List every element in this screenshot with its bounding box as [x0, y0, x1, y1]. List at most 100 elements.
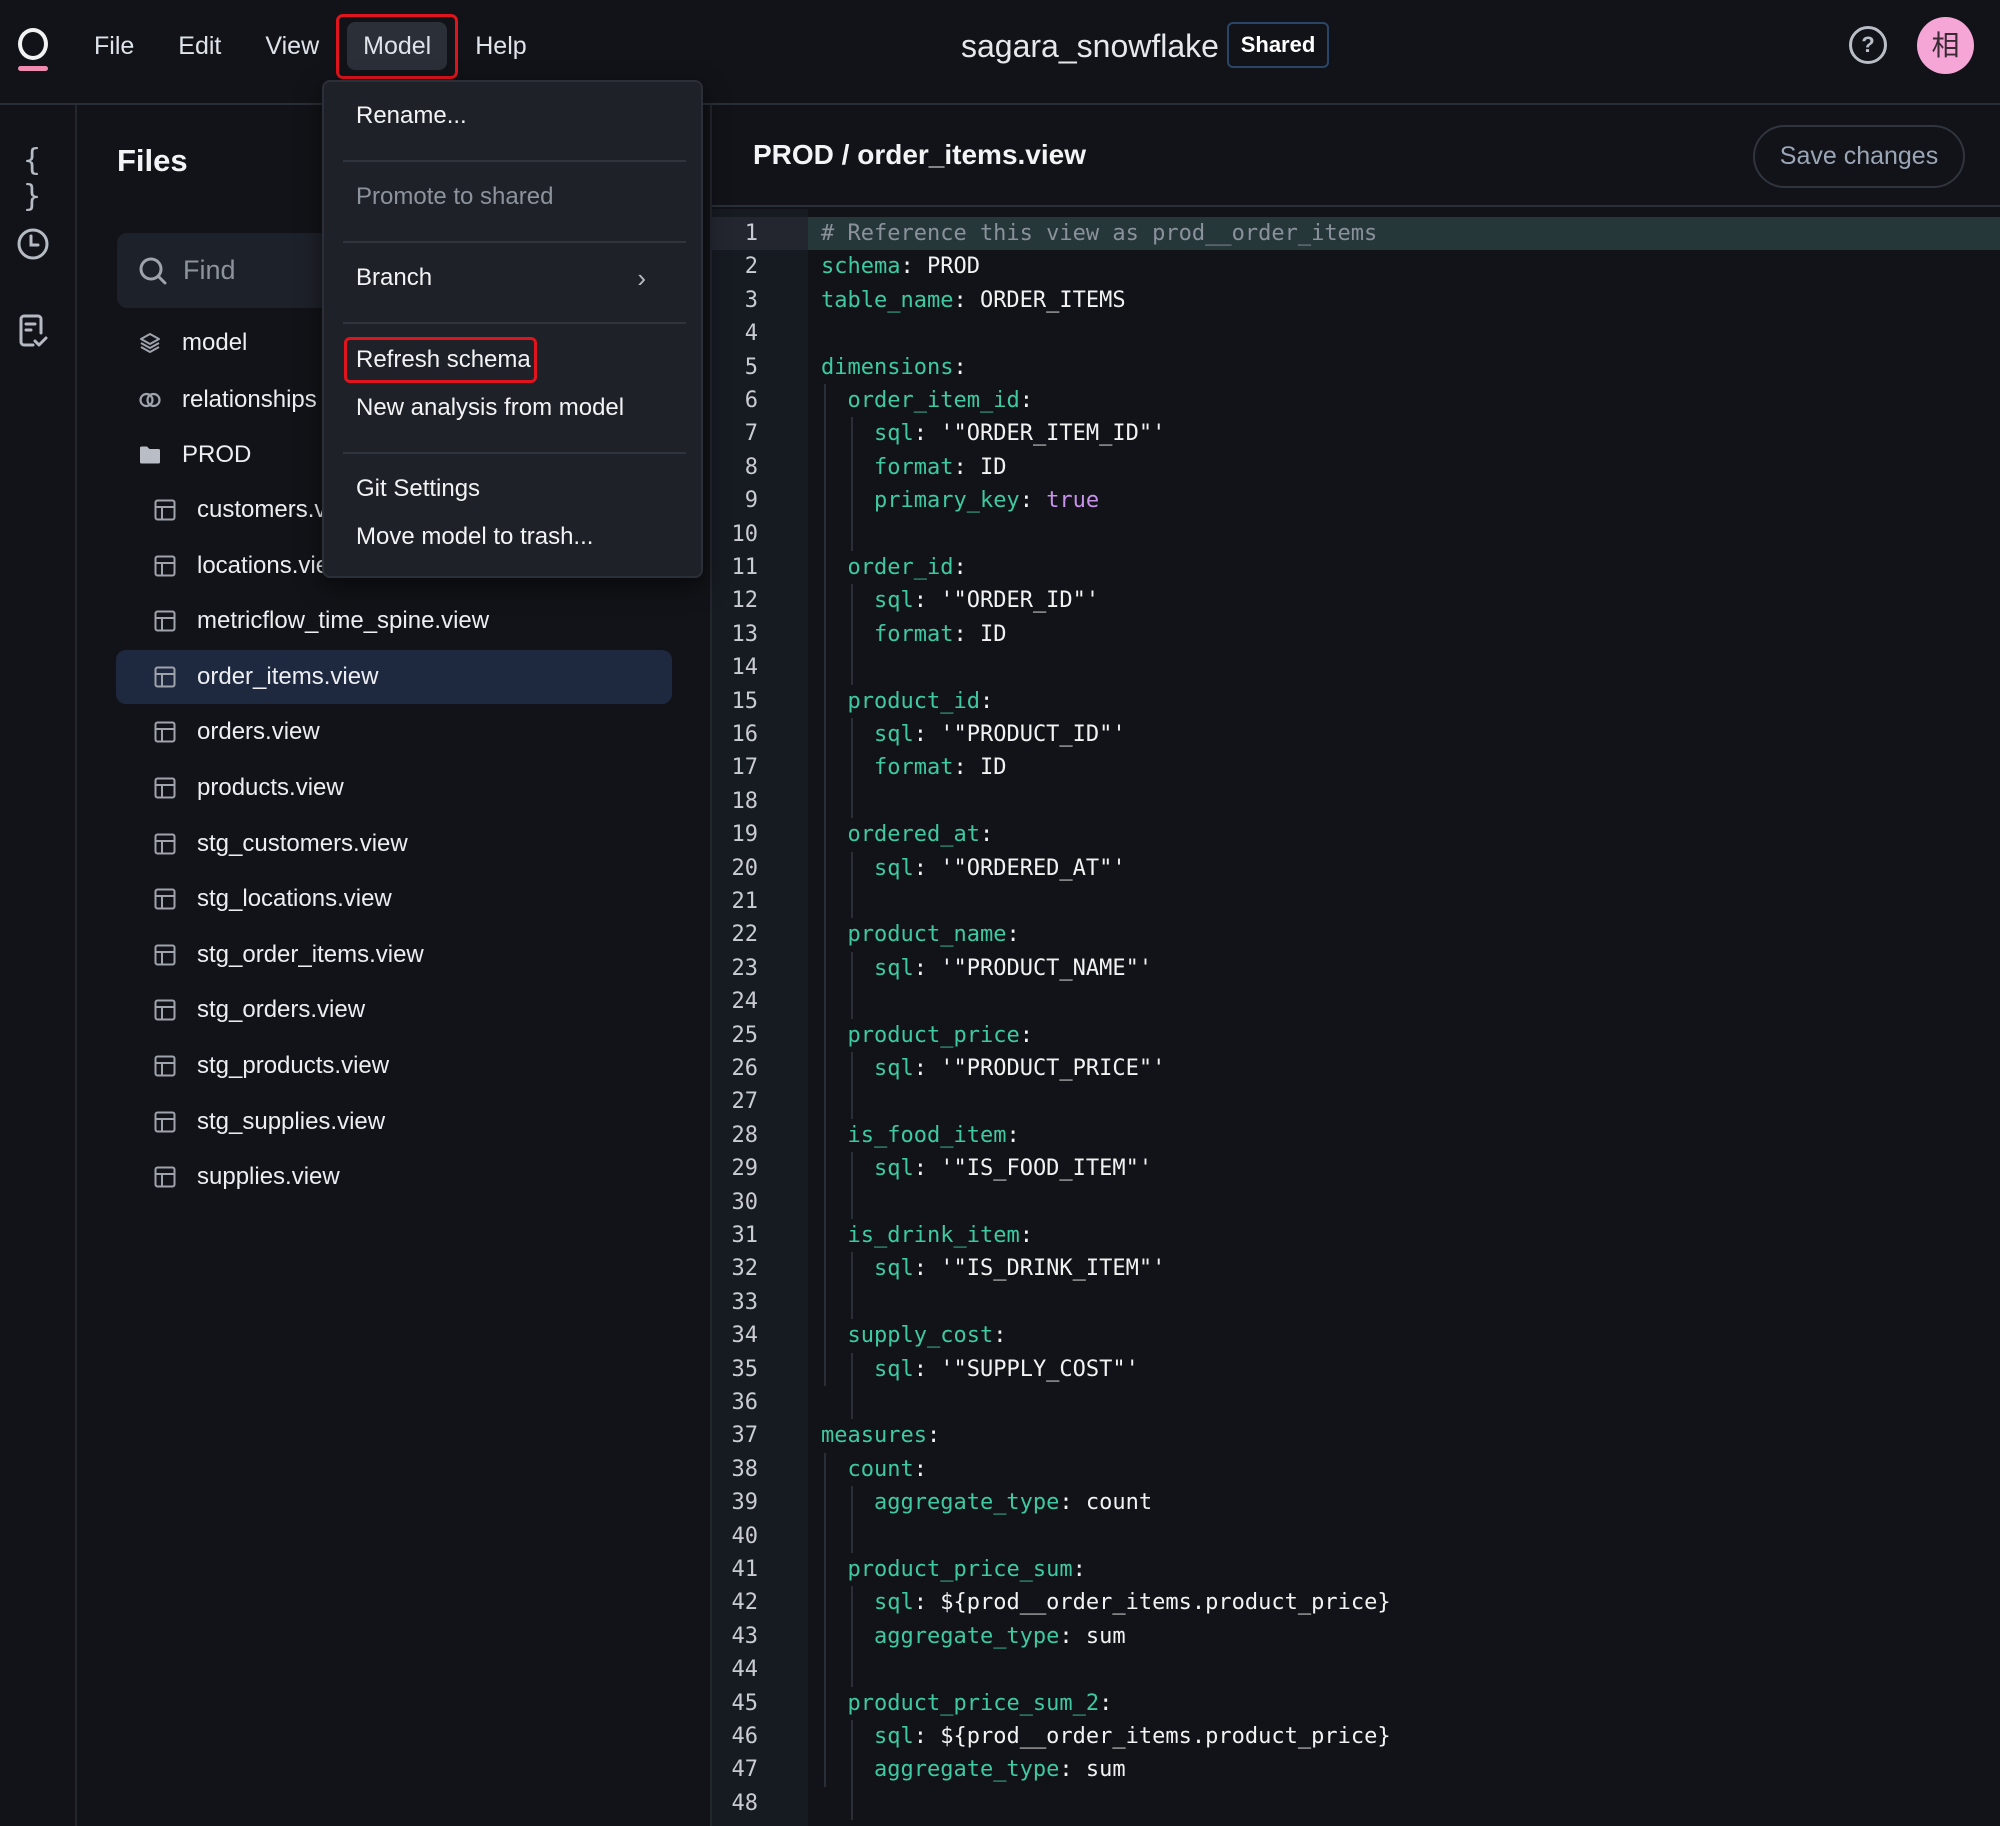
file-item[interactable]: supplies.view: [116, 1150, 672, 1204]
table-icon: [153, 998, 177, 1022]
code-token-key: format: [873, 621, 954, 647]
code-token-val: [821, 1056, 874, 1081]
code-line: 40: [712, 1520, 2000, 1553]
code-token-val: [821, 421, 874, 446]
file-item[interactable]: metricflow_time_spine.view: [116, 594, 672, 648]
menu-item-move-to-trash[interactable]: Move model to trash...: [356, 515, 593, 559]
code-line: 16 sql: '"PRODUCT_ID"': [712, 718, 2000, 751]
code-token-val: [821, 1156, 874, 1181]
code-token-key: sql: [873, 1156, 914, 1182]
code-token-key: sql: [873, 955, 914, 981]
line-number: 26: [731, 1056, 759, 1081]
code-line: 23 sql: '"PRODUCT_NAME"': [712, 952, 2000, 985]
braces-icon[interactable]: { }: [16, 143, 50, 214]
file-item-label: supplies.view: [197, 1163, 340, 1191]
tree-item-label: relationships: [182, 386, 317, 413]
code-text: supply_cost:: [821, 1319, 1007, 1352]
code-token-val: [821, 856, 874, 881]
code-token-val: [821, 722, 874, 747]
code-token-key: count: [847, 1456, 914, 1482]
code-token-val: : '"ORDER_ID"': [913, 588, 1100, 614]
code-text: aggregate_type: sum: [821, 1753, 1126, 1786]
menu-item-refresh-schema[interactable]: Refresh schema: [356, 338, 531, 382]
code-token-key: schema: [821, 254, 901, 280]
help-icon[interactable]: ?: [1849, 26, 1887, 64]
menu-item-new-analysis[interactable]: New analysis from model: [356, 386, 624, 430]
file-item[interactable]: stg_locations.view: [116, 872, 672, 926]
code-token-key: sql: [873, 722, 914, 747]
code-token-comment: # Reference this view as prod__order_ite…: [821, 221, 1378, 246]
line-number: 18: [731, 788, 759, 814]
file-item[interactable]: stg_products.view: [116, 1039, 672, 1093]
code-line: 30: [712, 1186, 2000, 1219]
tree-item-prod-folder[interactable]: PROD: [138, 428, 251, 482]
table-icon: [153, 776, 177, 800]
code-text: product_price_sum:: [821, 1553, 1086, 1586]
line-number: 27: [731, 1089, 759, 1115]
line-number: 48: [731, 1790, 759, 1816]
file-item[interactable]: stg_order_items.view: [116, 928, 672, 982]
code-token-val: :: [979, 688, 994, 714]
file-item[interactable]: order_items.view: [116, 649, 672, 704]
clock-icon[interactable]: [16, 227, 50, 263]
menu-edit[interactable]: Edit: [162, 22, 237, 70]
code-token-key: product_id: [847, 688, 980, 714]
file-item[interactable]: products.view: [116, 761, 672, 815]
code-line: 5 dimensions:: [712, 351, 2000, 384]
app-logo-icon[interactable]: [16, 28, 50, 74]
menu-item-branch[interactable]: Branch ›: [356, 256, 676, 300]
code-text: sql: '"ORDERED_AT"': [821, 852, 1126, 885]
line-number: 2: [744, 254, 758, 280]
code-token-key: sql: [873, 1356, 914, 1382]
model-title[interactable]: sagara_snowflake: [961, 22, 1219, 70]
code-line: 39 aggregate_type: count: [712, 1486, 2000, 1519]
chevron-right-icon: ›: [637, 263, 646, 293]
line-number: 33: [731, 1289, 759, 1315]
report-check-icon[interactable]: [16, 313, 50, 349]
line-number: 47: [731, 1757, 759, 1783]
menu-view[interactable]: View: [249, 22, 335, 70]
code-token-val: :: [1019, 1223, 1033, 1248]
code-token-val: :: [1019, 488, 1047, 514]
menu-item-git-settings[interactable]: Git Settings: [356, 467, 480, 511]
code-token-val: : '"PRODUCT_ID"': [913, 722, 1126, 747]
code-text: sql: '"PRODUCT_PRICE"': [821, 1052, 1165, 1085]
code-token-val: : '"IS_DRINK_ITEM"': [913, 1256, 1166, 1282]
code-token-key: product_price_sum_2: [847, 1690, 1100, 1716]
editor-header: PROD / order_items.view Save changes: [712, 105, 2000, 207]
code-token-val: [821, 1757, 874, 1782]
code-token-val: : '"SUPPLY_COST"': [913, 1356, 1139, 1382]
menu-model[interactable]: Model: [336, 14, 459, 79]
file-item[interactable]: stg_orders.view: [116, 983, 672, 1037]
code-text: sql: '"PRODUCT_NAME"': [821, 952, 1152, 985]
code-editor[interactable]: 1 # Reference this view as prod__order_it…: [712, 209, 2000, 1826]
tree-item-model[interactable]: model: [138, 316, 247, 370]
left-rail: { }: [0, 105, 77, 1826]
code-token-val: [821, 1490, 874, 1515]
code-token-val: :: [926, 1423, 941, 1449]
avatar[interactable]: 相: [1917, 17, 1974, 74]
menu-help[interactable]: Help: [459, 22, 542, 70]
file-item[interactable]: stg_customers.view: [116, 817, 672, 871]
code-token-key: format: [873, 755, 954, 781]
file-item[interactable]: orders.view: [116, 705, 672, 759]
code-token-key: aggregate_type: [873, 1623, 1060, 1649]
line-number: 15: [731, 688, 759, 714]
shared-badge: Shared: [1227, 22, 1329, 68]
code-line: 4: [712, 317, 2000, 350]
code-line: 20 sql: '"ORDERED_AT"': [712, 852, 2000, 885]
code-line: 38 count:: [712, 1453, 2000, 1486]
tree-item-relationships[interactable]: relationships: [138, 373, 317, 427]
code-token-val: : '"PRODUCT_PRICE"': [913, 1056, 1166, 1081]
menu-item-rename[interactable]: Rename...: [356, 94, 467, 138]
file-item[interactable]: stg_supplies.view: [116, 1095, 672, 1149]
line-number: 41: [731, 1557, 759, 1582]
code-text: # Reference this view as prod__order_ite…: [821, 217, 1377, 250]
line-number: 8: [744, 454, 758, 480]
save-changes-button[interactable]: Save changes: [1753, 125, 1965, 188]
code-line: 46 sql: ${prod__order_items.product_pric…: [712, 1720, 2000, 1753]
code-line: 47 aggregate_type: sum: [712, 1753, 2000, 1786]
menu-separator: [343, 160, 686, 162]
file-item-label: stg_locations.view: [197, 885, 392, 913]
menu-file[interactable]: File: [78, 22, 150, 70]
